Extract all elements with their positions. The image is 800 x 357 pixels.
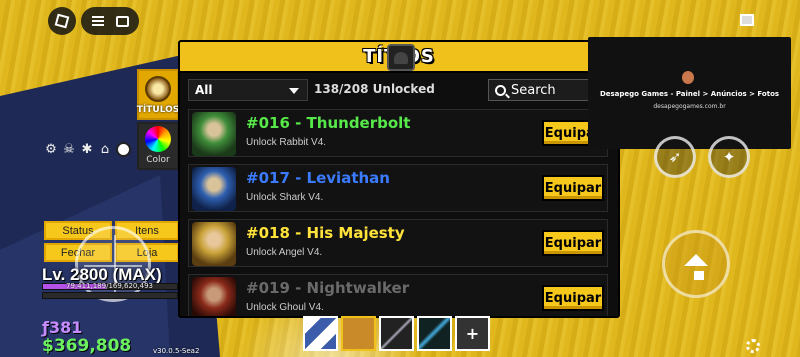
inventory-icon[interactable]: [740, 14, 754, 26]
search-placeholder: Search: [511, 82, 556, 98]
menu-chat-pill[interactable]: [81, 7, 139, 35]
title-desc: Unlock Rabbit V4.: [246, 137, 327, 148]
title-desc: Unlock Angel V4.: [246, 247, 323, 258]
thunderbolt-portrait: [192, 112, 236, 156]
chevron-down-icon: [289, 88, 299, 94]
nightwalker-portrait: [192, 277, 236, 316]
unlocked-count: 138/208 Unlocked: [314, 82, 435, 96]
jump-button[interactable]: [662, 230, 730, 298]
money-counter: $369,808: [42, 336, 132, 356]
version-label: v30.0.5-Sea2: [153, 347, 200, 355]
fragments-counter: ƒ381: [42, 318, 83, 337]
title-row: #017 - Leviathan Unlock Shark V4. Equipa…: [188, 164, 608, 212]
bug-icon[interactable]: ✱: [80, 142, 94, 157]
avatar[interactable]: [116, 142, 131, 157]
color-wheel-icon: [145, 126, 171, 152]
crew-icon[interactable]: ☠: [62, 142, 76, 157]
tab-titulos[interactable]: TÍTULOS: [137, 69, 179, 120]
ad-title: Desapego Games - Painel > Anúncios > Fot…: [599, 90, 780, 98]
equip-button[interactable]: Equipar: [542, 175, 604, 201]
his-majesty-portrait: [192, 222, 236, 266]
arrow-up-icon: [684, 254, 708, 266]
title-row: #018 - His Majesty Unlock Angel V4. Equi…: [188, 219, 608, 267]
title-name: #018 - His Majesty: [246, 224, 405, 242]
tab-color-label: Color: [146, 155, 170, 165]
title-row: #019 - Nightwalker Unlock Ghoul V4. Equi…: [188, 274, 608, 316]
dash-icon: ➶: [668, 148, 682, 166]
settings-gear-icon[interactable]: [746, 339, 760, 353]
ad-avatar-icon: [682, 71, 694, 84]
hooded-figure-icon: [387, 44, 415, 71]
title-desc: Unlock Shark V4.: [246, 192, 324, 203]
title-desc: Unlock Ghoul V4.: [246, 302, 324, 313]
hotbar-slot-2[interactable]: [341, 316, 376, 351]
hamburger-icon[interactable]: [91, 16, 104, 26]
tab-titulos-label: TÍTULOS: [136, 105, 180, 115]
title-name: #019 - Nightwalker: [246, 279, 410, 297]
hotbar-slot-1[interactable]: [303, 316, 338, 351]
title-name: #016 - Thunderbolt: [246, 114, 411, 132]
movement-joystick[interactable]: [75, 226, 151, 302]
hotbar-slot-3[interactable]: [379, 316, 414, 351]
filter-dropdown[interactable]: All: [188, 79, 308, 101]
titles-panel: TÍT OS All 138/208 Unlocked Search #016 …: [178, 40, 620, 318]
dash-skill-button[interactable]: ➶: [654, 136, 696, 178]
chat-icon[interactable]: [115, 15, 129, 27]
quick-icons-row: ⚙ ☠ ✱ ⌂: [44, 142, 131, 157]
filter-selected: All: [195, 83, 213, 97]
arrow-stem: [694, 271, 704, 280]
energy-bar: [42, 292, 178, 299]
hotbar-slot-4[interactable]: [417, 316, 452, 351]
leviathan-portrait: [192, 167, 236, 211]
tab-color[interactable]: Color: [137, 122, 179, 170]
wing-icon: ✦: [722, 148, 736, 166]
xp-text: 79,411,189/169,620,493: [66, 282, 153, 290]
filter-row: All 138/208 Unlocked Search: [188, 79, 618, 101]
hotbar: +: [303, 316, 490, 351]
roblox-menu-button[interactable]: [48, 7, 76, 35]
titles-badge-icon: [145, 76, 171, 102]
home-icon[interactable]: ⌂: [98, 142, 112, 157]
equip-button[interactable]: Equipar: [542, 285, 604, 311]
add-slot-button[interactable]: +: [455, 316, 490, 351]
panel-header: TÍT OS: [180, 42, 618, 73]
ad-overlay[interactable]: Desapego Games - Painel > Anúncios > Fot…: [588, 37, 791, 149]
equip-button[interactable]: Equipar: [542, 230, 604, 256]
search-icon: [495, 84, 506, 96]
ad-url: desapegogames.com.br: [653, 103, 726, 110]
ability-skill-button[interactable]: ✦: [708, 136, 750, 178]
roblox-logo-icon: [54, 13, 70, 29]
title-name: #017 - Leviathan: [246, 169, 390, 187]
settings-icon[interactable]: ⚙: [44, 142, 58, 157]
title-row: #016 - Thunderbolt Unlock Rabbit V4. Equ…: [188, 109, 608, 157]
